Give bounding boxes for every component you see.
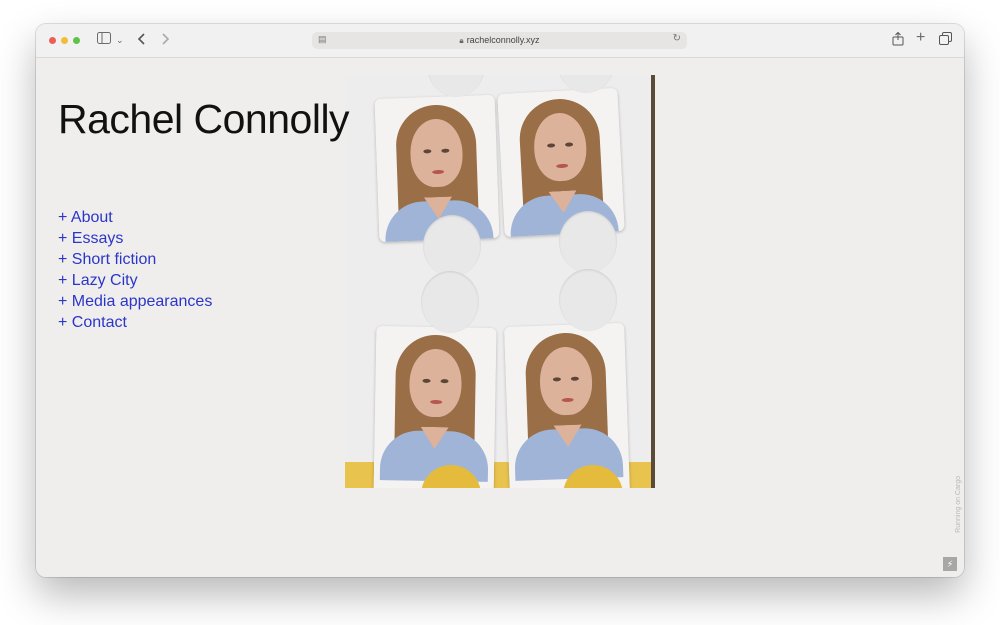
lightning-bolt-icon[interactable]: ⚡︎ <box>943 557 957 571</box>
nav-link-essays[interactable]: + Essays <box>58 228 212 249</box>
zoom-window-button[interactable] <box>73 37 80 44</box>
passport-photo-4 <box>504 322 630 488</box>
passport-photo-2 <box>497 87 625 238</box>
passport-photo-3 <box>373 325 497 488</box>
running-on-cargo-label[interactable]: Running on Cargo <box>955 476 962 533</box>
photo-edge <box>651 75 655 488</box>
address-bar[interactable]: ▤ 🔒︎ rachelconnolly.xyz ↻ <box>312 32 687 49</box>
passport-photos-image <box>345 75 655 488</box>
close-window-button[interactable] <box>49 37 56 44</box>
new-tab-icon[interactable]: + <box>916 30 925 46</box>
cutout <box>559 269 617 331</box>
url-display[interactable]: 🔒︎ rachelconnolly.xyz <box>312 34 687 47</box>
share-icon[interactable] <box>892 31 904 50</box>
sidebar-icon[interactable] <box>97 32 111 48</box>
minimize-window-button[interactable] <box>61 37 68 44</box>
cutout <box>421 271 479 333</box>
browser-toolbar: ⌄ ▤ 🔒︎ rachelconnolly.xyz ↻ + <box>36 24 964 58</box>
nav-link-lazy-city[interactable]: + Lazy City <box>58 270 212 291</box>
cutout <box>559 211 617 273</box>
nav-link-contact[interactable]: + Contact <box>58 312 212 333</box>
nav-link-media-appearances[interactable]: + Media appearances <box>58 291 212 312</box>
nav-link-short-fiction[interactable]: + Short fiction <box>58 249 212 270</box>
chevron-down-icon[interactable]: ⌄ <box>116 32 124 48</box>
reload-icon[interactable]: ↻ <box>673 33 681 44</box>
page-content: Rachel Connolly + About + Essays + Short… <box>36 58 964 577</box>
nav-link-about[interactable]: + About <box>58 207 212 228</box>
browser-window: ⌄ ▤ 🔒︎ rachelconnolly.xyz ↻ + Rachel Conn… <box>36 24 964 577</box>
site-title[interactable]: Rachel Connolly <box>58 96 350 143</box>
main-nav: + About + Essays + Short fiction + Lazy … <box>58 207 212 333</box>
cutout <box>423 215 481 277</box>
back-icon[interactable] <box>137 32 147 50</box>
url-text: rachelconnolly.xyz <box>466 35 540 45</box>
forward-icon[interactable] <box>160 32 170 50</box>
cutout <box>427 75 485 97</box>
lock-icon: 🔒︎ <box>459 36 464 45</box>
tab-overview-icon[interactable] <box>939 32 952 49</box>
